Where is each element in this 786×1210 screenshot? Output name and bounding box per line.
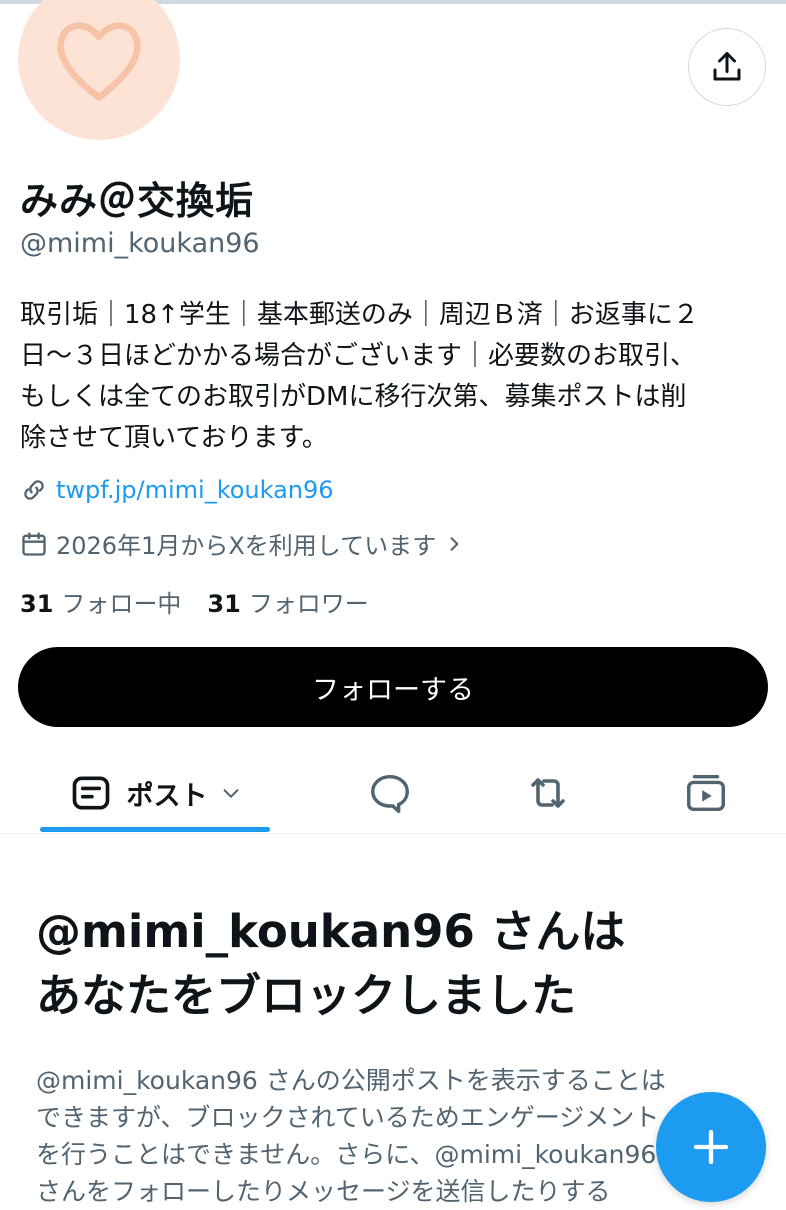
blocked-desc-line: @mimi_koukan96 さんの公開ポストを表示することは (36, 1066, 666, 1095)
follow-stats: 31 フォロー中 31 フォロワー (20, 584, 395, 619)
followers-label[interactable]: フォロワー (249, 584, 369, 619)
calendar-icon (22, 531, 46, 556)
joined-date: 2026年1月からXを利用しています (56, 532, 437, 560)
chevron-down-icon[interactable] (220, 782, 242, 804)
profile-link-row[interactable]: twpf.jp/mimi_koukan96 (20, 476, 334, 504)
avatar[interactable] (18, 0, 180, 140)
posts-tab-icon (72, 776, 109, 810)
bio-line: 取引垢｜18↑学生｜基本郵送のみ｜周辺Ｂ済｜お返事に２ (20, 300, 699, 330)
chevron-right-icon (450, 536, 459, 551)
share-icon (713, 52, 741, 81)
profile-tabs: ポスト (0, 755, 786, 834)
tab-reposts[interactable] (498, 755, 598, 831)
tab-posts[interactable]: ポスト (40, 755, 270, 831)
bio-line: 日〜３日ほどかかる場合がございます｜必要数のお取引、 (20, 341, 697, 371)
follow-button[interactable]: フォローする (18, 647, 768, 727)
blocked-desc-line: さんをフォローしたりメッセージを送信したりする (36, 1177, 611, 1206)
heart-icon (57, 22, 141, 101)
blocked-title-line: あなたをブロックしました (36, 969, 577, 1022)
profile-bio: 取引垢｜18↑学生｜基本郵送のみ｜周辺Ｂ済｜お返事に２ 日〜３日ほどかかる場合が… (20, 295, 766, 459)
active-tab-indicator (40, 827, 270, 832)
bio-line: 除させて頂いております。 (20, 423, 328, 453)
profile-handle: @mimi_koukan96 (20, 228, 260, 259)
tab-replies[interactable] (340, 755, 440, 831)
bio-line: もしくは全てのお取引がDMに移行次第、募集ポストは削 (20, 382, 687, 412)
media-icon (687, 774, 725, 812)
link-icon (24, 480, 44, 500)
reply-icon (371, 774, 409, 813)
plus-icon (693, 1129, 729, 1165)
repost-icon (531, 778, 565, 808)
display-name: みみ＠交換垢 (20, 179, 255, 223)
compose-button[interactable] (656, 1092, 766, 1202)
joined-date-row[interactable]: 2026年1月からXを利用しています (20, 526, 464, 561)
profile-link[interactable]: twpf.jp/mimi_koukan96 (56, 476, 334, 504)
following-label[interactable]: フォロー中 (61, 584, 181, 619)
followers-count[interactable]: 31 (207, 590, 240, 618)
following-count[interactable]: 31 (20, 590, 53, 618)
blocked-desc-line: できますが、ブロックされているためエンゲージメント (36, 1103, 660, 1132)
share-button[interactable] (688, 28, 766, 106)
tab-media[interactable] (656, 755, 756, 831)
blocked-title: @mimi_koukan96 さんは あなたをブロックしました (36, 900, 766, 1028)
tab-posts-label: ポスト (126, 780, 208, 812)
blocked-title-line: @mimi_koukan96 さんは (36, 905, 626, 958)
